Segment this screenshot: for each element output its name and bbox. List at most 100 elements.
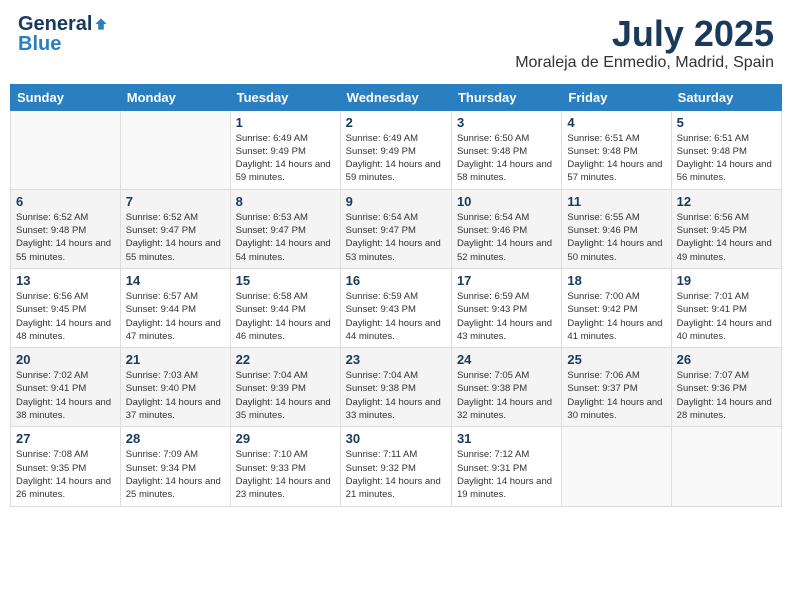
day-number: 3 — [457, 115, 556, 130]
col-sunday: Sunday — [11, 84, 121, 110]
day-info: Sunrise: 7:06 AMSunset: 9:37 PMDaylight:… — [567, 369, 665, 422]
col-monday: Monday — [120, 84, 230, 110]
col-wednesday: Wednesday — [340, 84, 451, 110]
day-info: Sunrise: 6:59 AMSunset: 9:43 PMDaylight:… — [346, 290, 446, 343]
day-number: 24 — [457, 352, 556, 367]
day-info: Sunrise: 6:59 AMSunset: 9:43 PMDaylight:… — [457, 290, 556, 343]
day-info: Sunrise: 6:56 AMSunset: 9:45 PMDaylight:… — [16, 290, 115, 343]
table-row: 30 Sunrise: 7:11 AMSunset: 9:32 PMDayligh… — [340, 427, 451, 506]
day-number: 15 — [236, 273, 335, 288]
table-row: 10Sunrise: 6:54 AMSunset: 9:46 PMDayligh… — [451, 189, 561, 268]
calendar-week-row: 13 Sunrise: 6:56 AMSunset: 9:45 PMDayligh… — [11, 268, 782, 347]
calendar-week-row: 20 Sunrise: 7:02 AMSunset: 9:41 PMDayligh… — [11, 348, 782, 427]
day-info: Sunrise: 6:51 AMSunset: 9:48 PMDaylight:… — [567, 132, 665, 185]
day-number: 20 — [16, 352, 115, 367]
table-row: 1Sunrise: 6:49 AMSunset: 9:49 PMDaylight… — [230, 110, 340, 189]
day-info: Sunrise: 7:12 AMSunset: 9:31 PMDaylight:… — [457, 448, 556, 501]
table-row: 25 Sunrise: 7:06 AMSunset: 9:37 PMDayligh… — [562, 348, 671, 427]
col-thursday: Thursday — [451, 84, 561, 110]
day-info: Sunrise: 7:09 AMSunset: 9:34 PMDaylight:… — [126, 448, 225, 501]
table-row: 4 Sunrise: 6:51 AMSunset: 9:48 PMDaylight… — [562, 110, 671, 189]
day-number: 28 — [126, 431, 225, 446]
day-number: 4 — [567, 115, 665, 130]
day-number: 29 — [236, 431, 335, 446]
page-title: July 2025 — [515, 14, 774, 54]
calendar-week-row: 6 Sunrise: 6:52 AMSunset: 9:48 PMDaylight… — [11, 189, 782, 268]
logo: General Blue — [18, 14, 108, 54]
day-info: Sunrise: 6:54 AMSunset: 9:47 PMDaylight:… — [346, 211, 446, 264]
table-row: 27Sunrise: 7:08 AMSunset: 9:35 PMDayligh… — [11, 427, 121, 506]
table-row: 26Sunrise: 7:07 AMSunset: 9:36 PMDayligh… — [671, 348, 781, 427]
day-number: 21 — [126, 352, 225, 367]
day-number: 22 — [236, 352, 335, 367]
table-row: 13 Sunrise: 6:56 AMSunset: 9:45 PMDayligh… — [11, 268, 121, 347]
logo-general-text: General — [18, 14, 92, 34]
table-row: 7Sunrise: 6:52 AMSunset: 9:47 PMDaylight… — [120, 189, 230, 268]
table-row: 21Sunrise: 7:03 AMSunset: 9:40 PMDayligh… — [120, 348, 230, 427]
day-info: Sunrise: 6:53 AMSunset: 9:47 PMDaylight:… — [236, 211, 335, 264]
day-info: Sunrise: 7:04 AMSunset: 9:38 PMDaylight:… — [346, 369, 446, 422]
day-number: 9 — [346, 194, 446, 209]
table-row — [671, 427, 781, 506]
table-row: 6 Sunrise: 6:52 AMSunset: 9:48 PMDaylight… — [11, 189, 121, 268]
day-number: 11 — [567, 194, 665, 209]
page-subtitle: Moraleja de Enmedio, Madrid, Spain — [515, 54, 774, 72]
calendar-table: Sunday Monday Tuesday Wednesday Thursday… — [10, 84, 782, 507]
col-tuesday: Tuesday — [230, 84, 340, 110]
day-number: 25 — [567, 352, 665, 367]
day-info: Sunrise: 6:52 AMSunset: 9:48 PMDaylight:… — [16, 211, 115, 264]
table-row: 28 Sunrise: 7:09 AMSunset: 9:34 PMDayligh… — [120, 427, 230, 506]
day-number: 17 — [457, 273, 556, 288]
day-number: 2 — [346, 115, 446, 130]
day-info: Sunrise: 7:02 AMSunset: 9:41 PMDaylight:… — [16, 369, 115, 422]
day-number: 30 — [346, 431, 446, 446]
day-info: Sunrise: 6:57 AMSunset: 9:44 PMDaylight:… — [126, 290, 225, 343]
table-row: 24Sunrise: 7:05 AMSunset: 9:38 PMDayligh… — [451, 348, 561, 427]
calendar-week-row: 1 Sunrise: 6:49 AMSunset: 9:49 PMDaylight… — [11, 110, 782, 189]
table-row: 22Sunrise: 7:04 AMSunset: 9:39 PMDayligh… — [230, 348, 340, 427]
table-row: 23 Sunrise: 7:04 AMSunset: 9:38 PMDayligh… — [340, 348, 451, 427]
col-friday: Friday — [562, 84, 671, 110]
calendar-header-row: Sunday Monday Tuesday Wednesday Thursday… — [11, 84, 782, 110]
table-row — [120, 110, 230, 189]
day-number: 31 — [457, 431, 556, 446]
day-number: 14 — [126, 273, 225, 288]
day-number: 12 — [677, 194, 776, 209]
col-saturday: Saturday — [671, 84, 781, 110]
day-number: 26 — [677, 352, 776, 367]
table-row: 8 Sunrise: 6:53 AMSunset: 9:47 PMDaylight… — [230, 189, 340, 268]
day-number: 23 — [346, 352, 446, 367]
table-row: 15 Sunrise: 6:58 AMSunset: 9:44 PMDayligh… — [230, 268, 340, 347]
day-number: 16 — [346, 273, 446, 288]
table-row: 11 Sunrise: 6:55 AMSunset: 9:46 PMDayligh… — [562, 189, 671, 268]
day-info: Sunrise: 6:49 AMSunset: 9:49 PMDaylight:… — [346, 132, 446, 185]
day-number: 8 — [236, 194, 335, 209]
day-number: 6 — [16, 194, 115, 209]
table-row: 9 Sunrise: 6:54 AMSunset: 9:47 PMDaylight… — [340, 189, 451, 268]
day-info: Sunrise: 7:01 AMSunset: 9:41 PMDaylight:… — [677, 290, 776, 343]
day-number: 13 — [16, 273, 115, 288]
table-row: 5Sunrise: 6:51 AMSunset: 9:48 PMDaylight… — [671, 110, 781, 189]
title-area: July 2025 Moraleja de Enmedio, Madrid, S… — [515, 14, 774, 72]
table-row: 14 Sunrise: 6:57 AMSunset: 9:44 PMDayligh… — [120, 268, 230, 347]
day-number: 7 — [126, 194, 225, 209]
day-number: 1 — [236, 115, 335, 130]
day-number: 18 — [567, 273, 665, 288]
day-info: Sunrise: 7:08 AMSunset: 9:35 PMDaylight:… — [16, 448, 115, 501]
day-info: Sunrise: 6:58 AMSunset: 9:44 PMDaylight:… — [236, 290, 335, 343]
table-row: 20 Sunrise: 7:02 AMSunset: 9:41 PMDayligh… — [11, 348, 121, 427]
table-row: 12Sunrise: 6:56 AMSunset: 9:45 PMDayligh… — [671, 189, 781, 268]
table-row: 19Sunrise: 7:01 AMSunset: 9:41 PMDayligh… — [671, 268, 781, 347]
calendar-week-row: 27Sunrise: 7:08 AMSunset: 9:35 PMDayligh… — [11, 427, 782, 506]
day-info: Sunrise: 7:11 AMSunset: 9:32 PMDaylight:… — [346, 448, 446, 501]
table-row: 3 Sunrise: 6:50 AMSunset: 9:48 PMDaylight… — [451, 110, 561, 189]
day-info: Sunrise: 6:55 AMSunset: 9:46 PMDaylight:… — [567, 211, 665, 264]
header: General Blue July 2025 Moraleja de Enmed… — [10, 10, 782, 76]
day-info: Sunrise: 6:50 AMSunset: 9:48 PMDaylight:… — [457, 132, 556, 185]
table-row — [562, 427, 671, 506]
day-info: Sunrise: 6:51 AMSunset: 9:48 PMDaylight:… — [677, 132, 776, 185]
table-row: 2 Sunrise: 6:49 AMSunset: 9:49 PMDaylight… — [340, 110, 451, 189]
logo-blue-text: Blue — [18, 34, 61, 54]
day-info: Sunrise: 7:10 AMSunset: 9:33 PMDaylight:… — [236, 448, 335, 501]
day-info: Sunrise: 7:00 AMSunset: 9:42 PMDaylight:… — [567, 290, 665, 343]
